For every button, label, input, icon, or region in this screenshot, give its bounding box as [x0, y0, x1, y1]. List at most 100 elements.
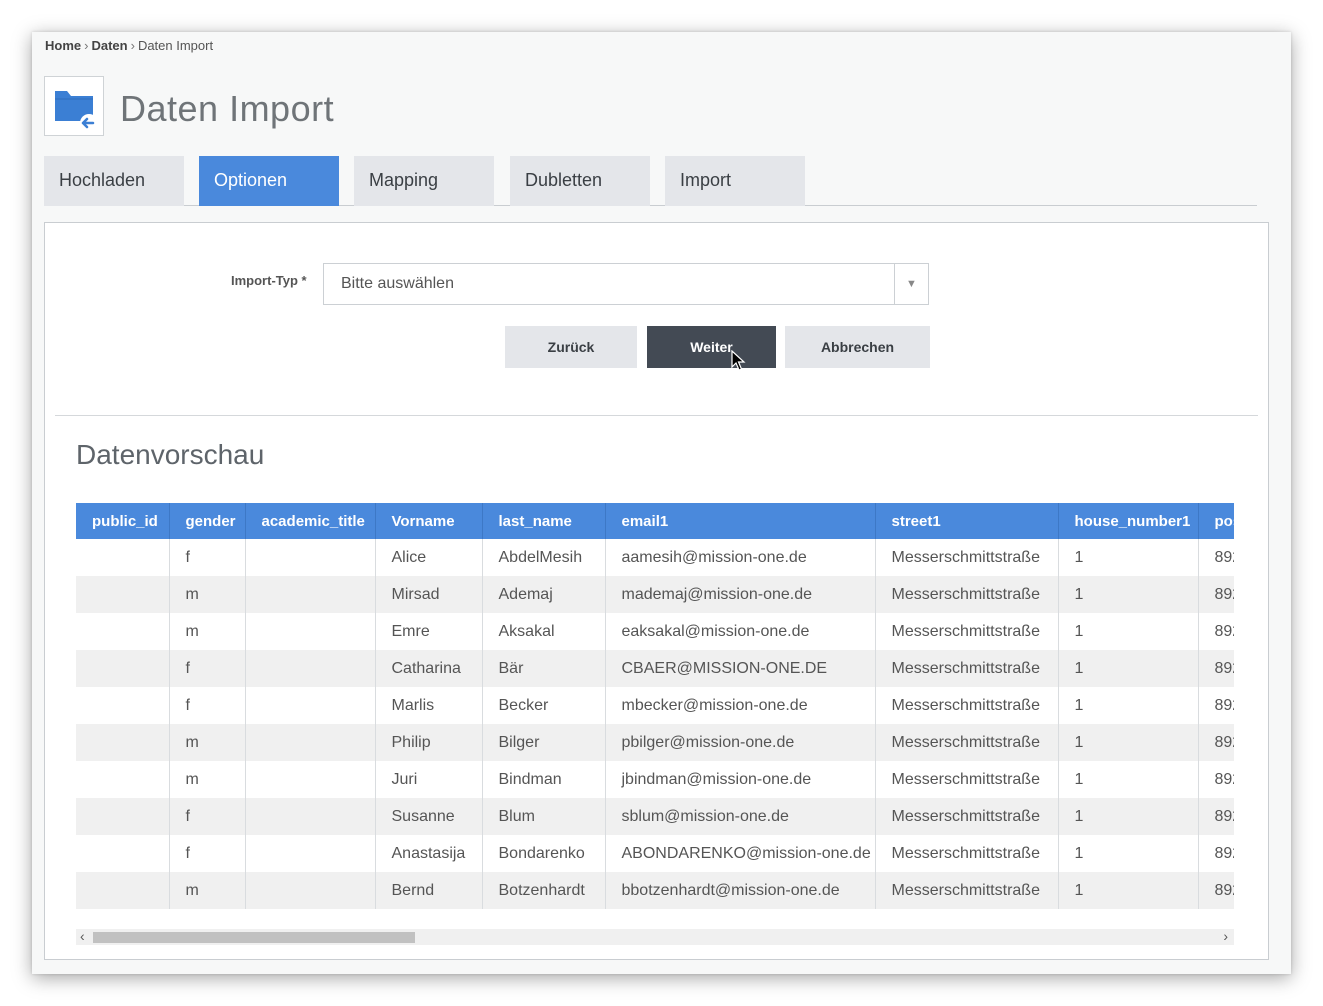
- table-cell-postcode1: 89231: [1198, 761, 1234, 798]
- table-cell-last-name: Blum: [482, 798, 606, 835]
- table-cell-house-number1: 1: [1058, 613, 1199, 650]
- table-row[interactable]: f Catharina Bär CBAER@MISSION-ONE.DE Messers…: [76, 650, 1234, 687]
- chevron-down-icon[interactable]: ▼: [894, 264, 928, 304]
- table-cell-street1: Messerschmittstraße: [875, 872, 1059, 909]
- table-cell-gender: f: [169, 798, 246, 835]
- column-header[interactable]: Vorname: [375, 503, 483, 539]
- table-cell-academic-title: [245, 761, 376, 798]
- table-cell-gender: m: [169, 613, 246, 650]
- table-cell-vorname: Juri: [375, 761, 483, 798]
- table-cell-street1: Messerschmittstraße: [875, 650, 1059, 687]
- table-cell-gender: f: [169, 539, 246, 576]
- table-cell-postcode1: 89231: [1198, 724, 1234, 761]
- table-row[interactable]: m Bernd Botzenhardt bbotzenhardt@mission-on…: [76, 872, 1234, 909]
- preview-table-container: public_id gender academic_title Vorname …: [76, 503, 1234, 929]
- table-cell-academic-title: [245, 576, 376, 613]
- breadcrumb-home-link[interactable]: Home: [45, 38, 81, 53]
- table-cell-vorname: Catharina: [375, 650, 483, 687]
- table-cell-last-name: Botzenhardt: [482, 872, 606, 909]
- table-cell-vorname: Marlis: [375, 687, 483, 724]
- table-cell-postcode1: 89231: [1198, 539, 1234, 576]
- column-header[interactable]: academic_title: [245, 503, 376, 539]
- table-cell-email1: ABONDARENKO@mission-one.de: [605, 835, 876, 872]
- table-body: f Alice AbdelMesih aamesih@mission-one.de Me…: [76, 539, 1234, 909]
- table-cell-gender: f: [169, 650, 246, 687]
- table-cell-house-number1: 1: [1058, 576, 1199, 613]
- tab-mapping[interactable]: Mapping: [354, 156, 494, 206]
- column-header[interactable]: postcode1: [1198, 503, 1234, 539]
- table-cell-street1: Messerschmittstraße: [875, 724, 1059, 761]
- table-row[interactable]: m Mirsad Ademaj mademaj@mission-one.de Messe…: [76, 576, 1234, 613]
- table-row[interactable]: f Alice AbdelMesih aamesih@mission-one.de Me…: [76, 539, 1234, 576]
- table-cell-postcode1: 89231: [1198, 650, 1234, 687]
- import-type-label: Import-Typ *: [231, 273, 307, 288]
- cancel-button[interactable]: Abbrechen: [785, 326, 930, 368]
- table-cell-house-number1: 1: [1058, 835, 1199, 872]
- table-cell-gender: m: [169, 872, 246, 909]
- table-cell-public-id: [76, 650, 170, 687]
- table-cell-postcode1: 89231: [1198, 687, 1234, 724]
- breadcrumb-separator: ›: [84, 38, 89, 53]
- next-button[interactable]: Weiter: [647, 326, 776, 368]
- horizontal-scrollbar[interactable]: ‹ ›: [76, 928, 1234, 945]
- table-cell-street1: Messerschmittstraße: [875, 835, 1059, 872]
- table-cell-street1: Messerschmittstraße: [875, 613, 1059, 650]
- table-cell-postcode1: 89231: [1198, 872, 1234, 909]
- table-cell-house-number1: 1: [1058, 761, 1199, 798]
- tab-dubletten[interactable]: Dubletten: [510, 156, 650, 206]
- column-header[interactable]: last_name: [482, 503, 606, 539]
- table-row[interactable]: f Marlis Becker mbecker@mission-one.de Messe…: [76, 687, 1234, 724]
- table-cell-academic-title: [245, 650, 376, 687]
- table-cell-last-name: AbdelMesih: [482, 539, 606, 576]
- table-cell-gender: m: [169, 576, 246, 613]
- table-cell-academic-title: [245, 872, 376, 909]
- column-header[interactable]: gender: [169, 503, 246, 539]
- table-cell-last-name: Becker: [482, 687, 606, 724]
- table-cell-last-name: Ademaj: [482, 576, 606, 613]
- table-row[interactable]: m Emre Aksakal eaksakal@mission-one.de Messe…: [76, 613, 1234, 650]
- back-button[interactable]: Zurück: [505, 326, 637, 368]
- table-cell-gender: f: [169, 835, 246, 872]
- scroll-right-icon[interactable]: ›: [1223, 928, 1228, 944]
- table-row[interactable]: f Susanne Blum sblum@mission-one.de Messersc…: [76, 798, 1234, 835]
- table-cell-house-number1: 1: [1058, 724, 1199, 761]
- table-cell-public-id: [76, 539, 170, 576]
- column-header[interactable]: house_number1: [1058, 503, 1199, 539]
- table-cell-email1: pbilger@mission-one.de: [605, 724, 876, 761]
- table-cell-email1: mademaj@mission-one.de: [605, 576, 876, 613]
- table-cell-email1: mbecker@mission-one.de: [605, 687, 876, 724]
- tab-import[interactable]: Import: [665, 156, 805, 206]
- table-cell-email1: CBAER@MISSION-ONE.DE: [605, 650, 876, 687]
- table-cell-academic-title: [245, 687, 376, 724]
- breadcrumb-separator: ›: [130, 38, 135, 53]
- breadcrumb-daten-link[interactable]: Daten: [91, 38, 127, 53]
- table-row[interactable]: m Juri Bindman jbindman@mission-one.de Messe…: [76, 761, 1234, 798]
- table-cell-postcode1: 89231: [1198, 613, 1234, 650]
- table-cell-gender: m: [169, 724, 246, 761]
- import-type-select[interactable]: Bitte auswählen ▼: [323, 263, 929, 305]
- table-cell-public-id: [76, 835, 170, 872]
- table-cell-postcode1: 89231: [1198, 576, 1234, 613]
- column-header[interactable]: email1: [605, 503, 876, 539]
- table-cell-public-id: [76, 576, 170, 613]
- scroll-left-icon[interactable]: ‹: [80, 928, 85, 944]
- table-cell-public-id: [76, 761, 170, 798]
- table-cell-vorname: Emre: [375, 613, 483, 650]
- scrollbar-thumb[interactable]: [93, 932, 415, 943]
- folder-import-icon: [44, 76, 104, 136]
- table-cell-last-name: Aksakal: [482, 613, 606, 650]
- tab-optionen[interactable]: Optionen: [199, 156, 339, 206]
- table-cell-vorname: Susanne: [375, 798, 483, 835]
- import-type-value: Bitte auswählen: [341, 275, 454, 292]
- breadcrumb: Home › Daten › Daten Import: [45, 38, 213, 53]
- table-cell-vorname: Bernd: [375, 872, 483, 909]
- column-header[interactable]: public_id: [76, 503, 170, 539]
- column-header[interactable]: street1: [875, 503, 1059, 539]
- tab-hochladen[interactable]: Hochladen: [44, 156, 184, 206]
- table-cell-academic-title: [245, 798, 376, 835]
- table-row[interactable]: f Anastasija Bondarenko ABONDARENKO@mission…: [76, 835, 1234, 872]
- table-cell-vorname: Philip: [375, 724, 483, 761]
- table-cell-house-number1: 1: [1058, 872, 1199, 909]
- table-row[interactable]: m Philip Bilger pbilger@mission-one.de Messe…: [76, 724, 1234, 761]
- table-cell-house-number1: 1: [1058, 798, 1199, 835]
